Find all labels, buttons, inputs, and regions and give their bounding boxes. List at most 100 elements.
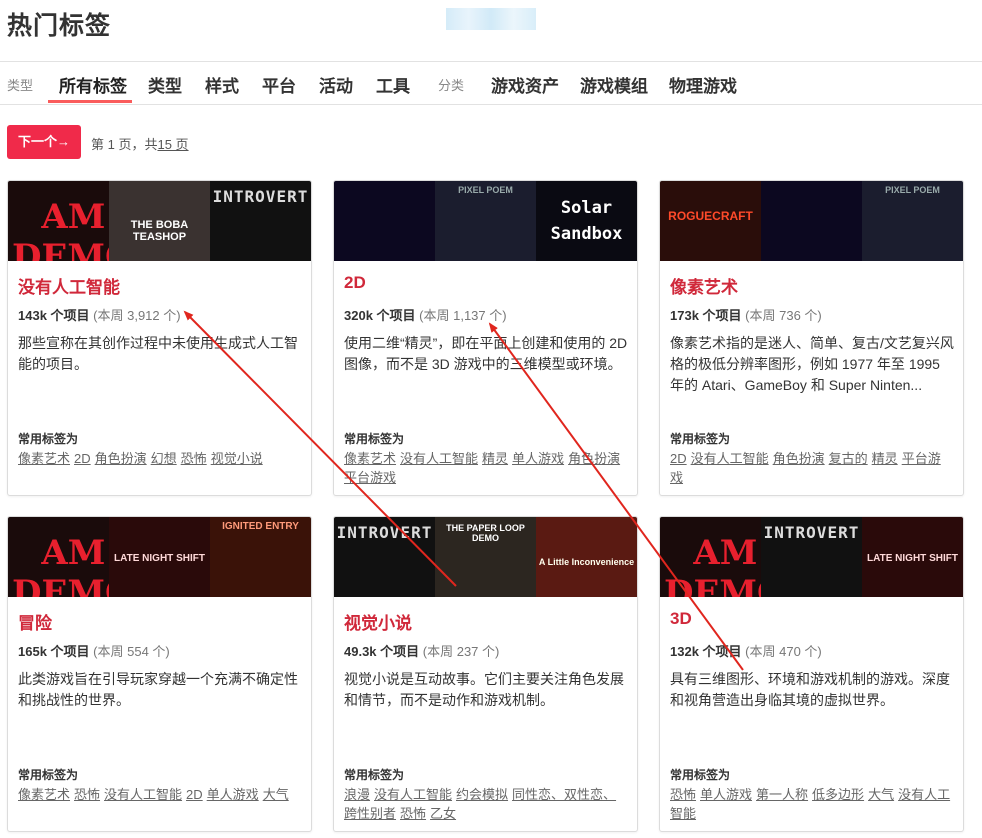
tag-description: 视觉小说是互动故事。它们主要关注角色发展和情节，而不是动作和游戏机制。 [344,671,624,708]
nav-group-category-label: 分类 [438,78,465,93]
banner-thumb[interactable]: LATE NIGHT SHIFT [109,517,210,597]
banner-thumb[interactable]: AM DEMO [660,517,761,597]
related-tag-link[interactable]: 没有人工智能 [400,451,478,466]
banner-thumb[interactable]: PIXEL POEM [435,181,536,261]
header: 热门标签 [0,0,982,62]
banner-thumb[interactable]: LATE NIGHT SHIFT [862,517,963,597]
related-tag-link[interactable]: 复古的 [829,451,868,466]
related-tag-link[interactable]: 恐怖 [400,806,426,821]
tag-card[interactable]: AM DEMO THE BOBA TEASHOP INTROVERT 没有人工智… [7,180,312,496]
tab-tools[interactable]: 工具 [376,72,410,97]
related-tag-link[interactable]: 幻想 [151,451,177,466]
tag-stats: 143k 个项目 (本周 3,912 个) [18,305,181,324]
banner-thumb[interactable]: ROGUECRAFT [660,181,761,261]
nav-group-type-label: 类型 [7,78,34,93]
tab-game-assets[interactable]: 游戏资产 [491,72,559,97]
tab-genre[interactable]: 类型 [148,72,182,97]
related-tag-link[interactable]: 2D [186,787,203,802]
related-tag-link[interactable]: 像素艺术 [18,451,70,466]
related-tag-link[interactable]: 单人游戏 [700,787,752,802]
related-tag-link[interactable]: 恐怖 [181,451,207,466]
related-tag-link[interactable]: 大气 [263,787,289,802]
tag-card[interactable]: ROGUECRAFT PIXEL POEM 像素艺术 173k 个项目 (本周 … [659,180,964,496]
tab-event[interactable]: 活动 [319,72,353,97]
related-tag-link[interactable]: 乙女 [430,806,456,821]
thumb-caption: AM DEMO [664,533,761,597]
related-tag-link[interactable]: 2D [670,451,687,466]
thumb-caption: THE BOBA TEASHOP [130,219,189,243]
card-banner[interactable]: AM DEMO LATE NIGHT SHIFT IGNITED ENTRY [8,517,311,597]
related-tag-link[interactable]: 第一人称 [756,787,808,802]
related-tag-link[interactable]: 平台游戏 [344,470,396,485]
card-banner[interactable]: AM DEMO INTROVERT LATE NIGHT SHIFT [660,517,963,597]
related-tag-link[interactable]: 精灵 [482,451,508,466]
thumb-caption: PIXEL POEM [458,185,513,195]
related-tag-link[interactable]: 角色扮演 [773,451,825,466]
related-tag-link[interactable]: 视觉小说 [211,451,263,466]
banner-thumb[interactable] [334,181,435,261]
banner-thumb[interactable]: THE PAPER LOOP DEMO [435,517,536,597]
banner-thumb[interactable] [761,181,862,261]
tab-style[interactable]: 样式 [205,72,239,97]
tag-description: 使用二维“精灵”，即在平面上创建和使用的 2D 图像，而不是 3D 游戏中的三维… [344,335,628,372]
tag-card[interactable]: INTROVERT THE PAPER LOOP DEMO A Little I… [333,516,638,832]
tag-title[interactable]: 冒险 [18,609,52,634]
related-tags: 像素艺术 2D 角色扮演 幻想 恐怖 视觉小说 [18,449,302,468]
tab-all-tags[interactable]: 所有标签 [59,72,127,97]
tag-title[interactable]: 像素艺术 [670,273,738,298]
related-tag-link[interactable]: 像素艺术 [344,451,396,466]
banner-thumb[interactable]: A Little Inconvenience [536,517,637,597]
related-tag-link[interactable]: 像素艺术 [18,787,70,802]
tag-stats: 132k 个项目 (本周 470 个) [670,641,822,660]
related-tag-link[interactable]: 角色扮演 [568,451,620,466]
tag-stats: 320k 个项目 (本周 1,137 个) [344,305,507,324]
tag-card[interactable]: PIXEL POEM Solar Sandbox 2D 320k 个项目 (本周… [333,180,638,496]
related-tag-link[interactable]: 约会模拟 [456,787,508,802]
related-tag-link[interactable]: 恐怖 [74,787,100,802]
tag-description: 具有三维图形、环境和游戏机制的游戏。深度和视角营造出身临其境的虚拟世界。 [670,671,950,708]
total-pages-link[interactable]: 15 页 [157,137,188,152]
tag-card[interactable]: AM DEMO LATE NIGHT SHIFT IGNITED ENTRY 冒… [7,516,312,832]
related-tag-link[interactable]: 没有人工智能 [374,787,452,802]
thumb-caption: LATE NIGHT SHIFT [867,553,958,564]
related-tag-link[interactable]: 角色扮演 [95,451,147,466]
item-count: 49.3k 个项目 [344,644,420,659]
tag-title[interactable]: 视觉小说 [344,609,412,634]
related-tag-link[interactable]: 2D [74,451,91,466]
item-count: 165k 个项目 [18,644,90,659]
related-tag-link[interactable]: 恐怖 [670,787,696,802]
related-tag-link[interactable]: 单人游戏 [512,451,564,466]
banner-thumb[interactable]: THE BOBA TEASHOP [109,181,210,261]
related-tag-link[interactable]: 大气 [868,787,894,802]
related-tag-link[interactable]: 精灵 [872,451,898,466]
related-tag-link[interactable]: 浪漫 [344,787,370,802]
weekly-count: (本周 736 个) [745,308,822,323]
tab-platform[interactable]: 平台 [262,72,296,97]
blurred-user-badge [446,8,536,30]
tag-title[interactable]: 3D [670,609,692,629]
card-banner[interactable]: PIXEL POEM Solar Sandbox [334,181,637,261]
banner-thumb[interactable]: INTROVERT [761,517,862,597]
banner-thumb[interactable]: Solar Sandbox [536,181,637,261]
banner-thumb[interactable]: AM DEMO [8,181,109,261]
card-banner[interactable]: AM DEMO THE BOBA TEASHOP INTROVERT [8,181,311,261]
tag-card[interactable]: AM DEMO INTROVERT LATE NIGHT SHIFT 3D 13… [659,516,964,832]
banner-thumb[interactable]: AM DEMO [8,517,109,597]
banner-thumb[interactable]: INTROVERT [210,181,311,261]
banner-thumb[interactable]: INTROVERT [334,517,435,597]
related-tag-link[interactable]: 没有人工智能 [104,787,182,802]
card-banner[interactable]: ROGUECRAFT PIXEL POEM [660,181,963,261]
weekly-count: (本周 1,137 个) [419,308,507,323]
related-tag-link[interactable]: 低多边形 [812,787,864,802]
tag-title[interactable]: 2D [344,273,366,293]
next-page-button[interactable]: 下一个→ [7,125,81,159]
banner-thumb[interactable]: PIXEL POEM [862,181,963,261]
tab-physics-games[interactable]: 物理游戏 [669,72,737,97]
banner-thumb[interactable]: IGNITED ENTRY [210,517,311,597]
card-banner[interactable]: INTROVERT THE PAPER LOOP DEMO A Little I… [334,517,637,597]
thumb-caption: A Little Inconvenience [538,557,635,567]
related-tag-link[interactable]: 没有人工智能 [691,451,769,466]
tag-title[interactable]: 没有人工智能 [18,273,120,298]
tab-game-mods[interactable]: 游戏模组 [580,72,648,97]
related-tag-link[interactable]: 单人游戏 [207,787,259,802]
